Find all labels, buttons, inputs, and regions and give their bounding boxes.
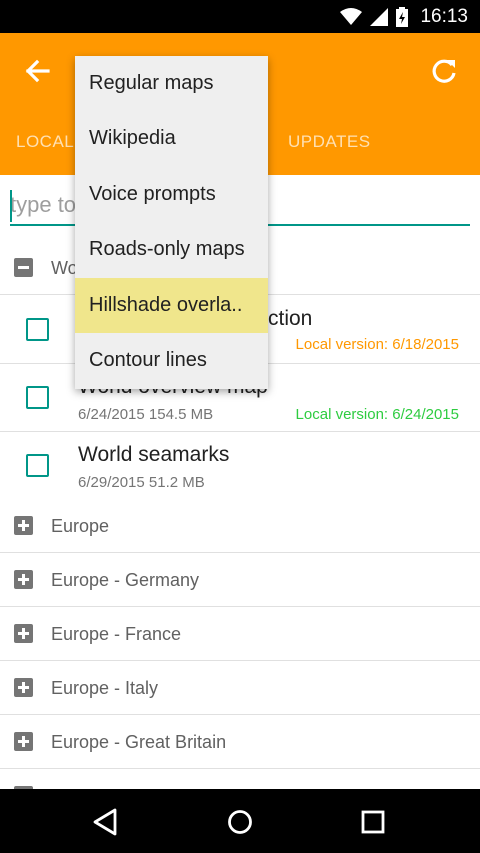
menu-item-roads-only-maps[interactable]: Roads-only maps bbox=[75, 222, 268, 277]
tab-local[interactable]: LOCAL bbox=[16, 108, 74, 175]
collapse-icon[interactable] bbox=[14, 258, 33, 277]
menu-item-voice-prompts[interactable]: Voice prompts bbox=[75, 167, 268, 222]
wifi-icon bbox=[340, 7, 363, 25]
item-details: 6/29/2015 51.2 MB bbox=[78, 474, 205, 491]
recents-square-icon[interactable] bbox=[356, 805, 390, 839]
expand-icon[interactable] bbox=[14, 570, 33, 589]
battery-icon bbox=[396, 6, 409, 27]
expand-icon[interactable] bbox=[14, 624, 33, 643]
status-icons: 16:13 bbox=[340, 0, 468, 33]
group-label: Europe bbox=[51, 516, 110, 536]
cell-signal-icon bbox=[370, 7, 389, 26]
expand-icon[interactable] bbox=[14, 678, 33, 697]
item-name: World seamarks bbox=[78, 443, 230, 466]
menu-item-wikipedia[interactable]: Wikipedia bbox=[75, 111, 268, 166]
group-label: Europe - Germany bbox=[51, 570, 200, 590]
back-arrow-icon[interactable] bbox=[18, 51, 58, 91]
group-label: Europe - France bbox=[51, 624, 182, 644]
back-triangle-icon[interactable] bbox=[89, 805, 123, 839]
group-label: Europe - Italy bbox=[51, 678, 159, 698]
item-checkbox[interactable] bbox=[26, 318, 49, 341]
menu-item-regular-maps[interactable]: Regular maps bbox=[75, 56, 268, 111]
navigation-bar bbox=[0, 789, 480, 853]
text-cursor bbox=[10, 190, 12, 222]
group-header-europe-germany[interactable]: Europe - Germany bbox=[0, 553, 480, 607]
item-local-version: Local version: 6/24/2015 bbox=[295, 406, 459, 423]
item-checkbox[interactable] bbox=[26, 386, 49, 409]
status-time: 16:13 bbox=[420, 5, 468, 27]
item-details: 6/24/2015 154.5 MB bbox=[78, 406, 214, 423]
group-label: Europe - Great Britain bbox=[51, 732, 227, 752]
group-header-europe-france[interactable]: Europe - France bbox=[0, 607, 480, 661]
item-local-version: Local version: 6/18/2015 bbox=[295, 336, 459, 353]
menu-item-contour-lines[interactable]: Contour lines bbox=[75, 333, 268, 388]
filter-popup-menu: Regular maps Wikipedia Voice prompts Roa… bbox=[75, 56, 268, 389]
item-name: ction bbox=[268, 307, 313, 330]
list-item[interactable]: World seamarks 6/29/2015 51.2 MB bbox=[0, 432, 480, 500]
group-header-europe-great-britain[interactable]: Europe - Great Britain bbox=[0, 715, 480, 769]
group-header-europe[interactable]: Europe bbox=[0, 499, 480, 553]
item-checkbox[interactable] bbox=[26, 454, 49, 477]
expand-icon[interactable] bbox=[14, 732, 33, 751]
status-bar: 16:13 bbox=[0, 0, 480, 33]
home-circle-icon[interactable] bbox=[223, 805, 257, 839]
expand-icon[interactable] bbox=[14, 516, 33, 535]
group-label: Wo bbox=[51, 258, 78, 278]
tab-updates[interactable]: UPDATES bbox=[288, 108, 371, 175]
refresh-icon[interactable] bbox=[424, 51, 464, 91]
group-header-europe-italy[interactable]: Europe - Italy bbox=[0, 661, 480, 715]
menu-item-hillshade-overlay[interactable]: Hillshade overla.. bbox=[75, 278, 268, 333]
